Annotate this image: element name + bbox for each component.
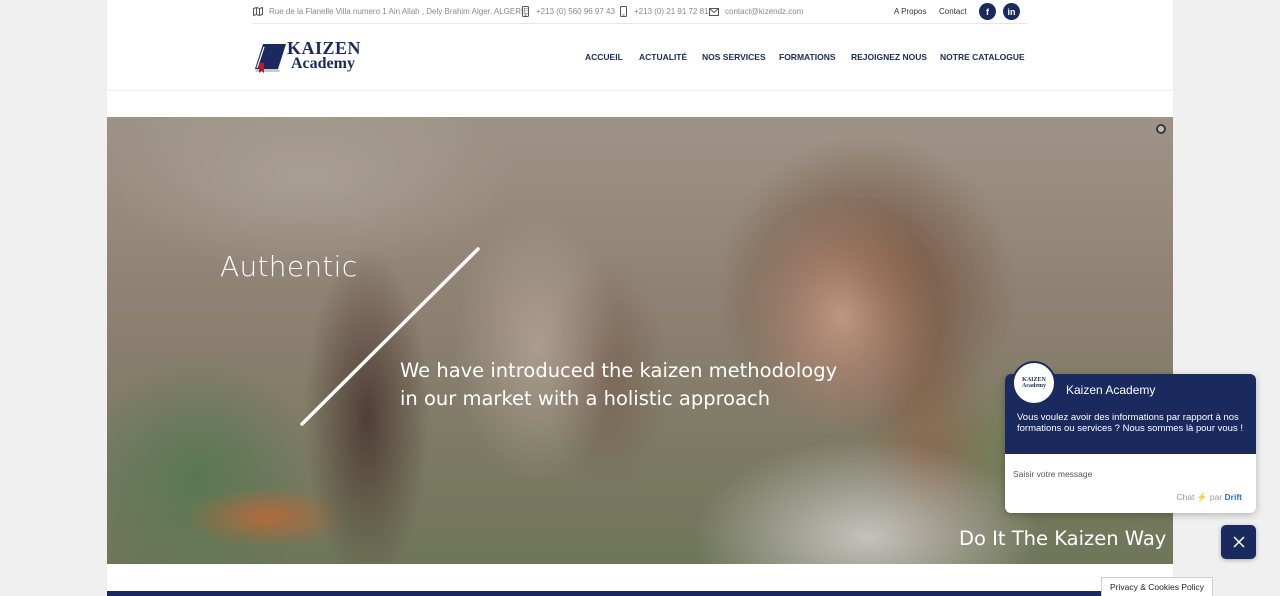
email-text[interactable]: contact@kizendz.com: [725, 7, 803, 16]
footer-band: [107, 591, 1173, 596]
nav-item-formations[interactable]: FORMATIONS: [779, 52, 836, 62]
book-logo-icon: [255, 44, 286, 73]
phone2-text[interactable]: +213 (0) 21 91 72 81: [634, 7, 709, 16]
hero-title: Authentic: [220, 250, 358, 283]
phone1-text[interactable]: +213 (0) 560 96 97 43: [536, 7, 615, 16]
drift-brand: Drift: [1224, 492, 1242, 502]
map-icon: [253, 6, 263, 17]
hero-subtitle: We have introduced the kaizen methodolog…: [400, 357, 837, 413]
phone1-info: +213 (0) 560 96 97 43: [520, 6, 615, 17]
chat-avatar: KAIZEN Academy: [1012, 361, 1056, 405]
logo-text-academy: Academy: [291, 55, 355, 72]
facebook-icon[interactable]: f: [979, 3, 996, 20]
nav-item-catalogue[interactable]: NOTRE CATALOGUE: [940, 52, 1025, 62]
site-logo[interactable]: KAIZEN Academy: [253, 38, 373, 74]
linkedin-icon[interactable]: in: [1003, 3, 1020, 20]
privacy-policy-button[interactable]: Privacy & Cookies Policy: [1101, 577, 1213, 596]
lightning-icon: ⚡: [1196, 492, 1208, 502]
chat-credit-by: par: [1209, 492, 1223, 502]
chat-welcome-message: Vous voulez avoir des informations par r…: [1017, 412, 1243, 434]
slider-dot[interactable]: [1156, 124, 1166, 134]
close-icon: [1232, 536, 1245, 548]
nav-item-rejoignez[interactable]: REJOIGNEZ NOUS: [851, 52, 927, 62]
chat-agent-name: Kaizen Academy: [1066, 383, 1156, 397]
top-info-bar: Rue de la Flanelle Villa numero 1 Ain Al…: [253, 0, 1027, 24]
mobile-phone-icon: [618, 6, 628, 17]
phone2-info: +213 (0) 21 91 72 81: [618, 6, 709, 17]
hero-subtitle-line2: in our market with a holistic approach: [400, 387, 771, 410]
chat-credit[interactable]: Chat ⚡ par Drift: [1177, 492, 1242, 503]
hero-subtitle-line1: We have introduced the kaizen methodolog…: [400, 359, 838, 382]
about-link[interactable]: A Propos: [894, 7, 926, 16]
address-info: Rue de la Flanelle Villa numero 1 Ain Al…: [253, 6, 529, 17]
envelope-icon: [709, 6, 719, 17]
nav-item-accueil[interactable]: ACCUEIL: [585, 52, 623, 62]
chat-close-button[interactable]: [1221, 525, 1256, 559]
chat-credit-label: Chat: [1176, 492, 1195, 502]
nav-item-services[interactable]: NOS SERVICES: [702, 52, 766, 62]
nav-item-actualite[interactable]: ACTUALITÉ: [639, 52, 687, 62]
mobile-phone-icon: [520, 6, 530, 17]
email-info: contact@kizendz.com: [709, 6, 803, 17]
contact-link[interactable]: Contact: [939, 7, 967, 16]
chat-avatar-text-academy: Academy: [1022, 383, 1046, 389]
hero-tagline: Do It The Kaizen Way: [959, 527, 1167, 550]
header-divider: [107, 90, 1173, 91]
address-text: Rue de la Flanelle Villa numero 1 Ain Al…: [269, 7, 529, 16]
chat-message-input[interactable]: Saisir votre message: [1013, 469, 1092, 479]
